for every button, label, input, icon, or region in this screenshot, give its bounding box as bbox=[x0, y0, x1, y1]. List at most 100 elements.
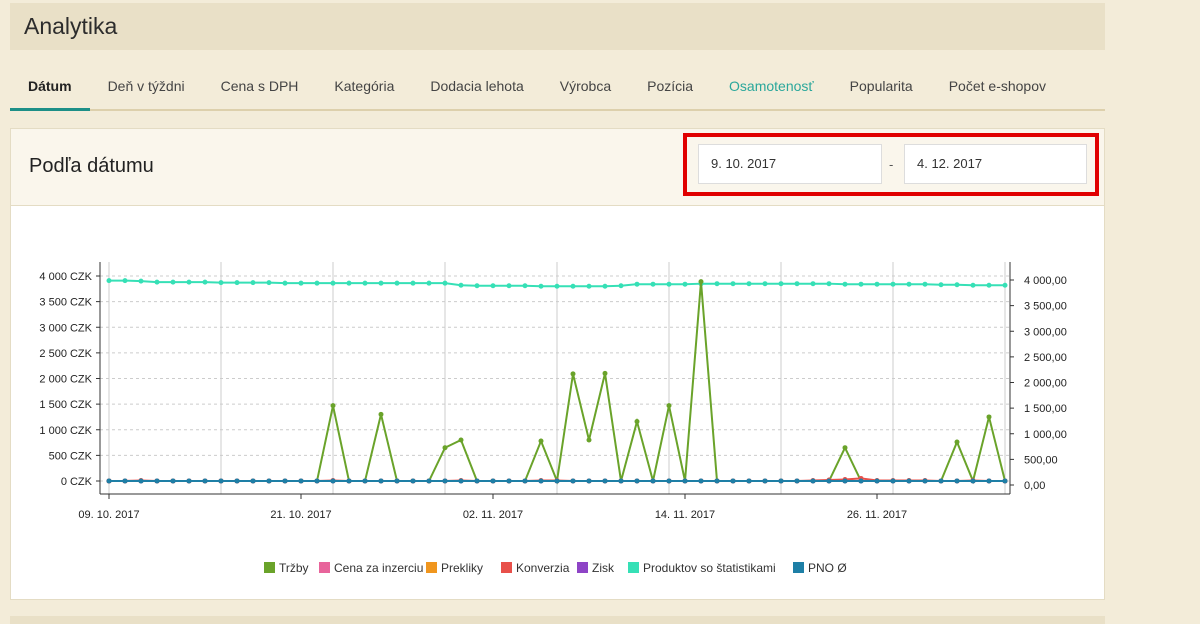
x-tick-label: 26. 11. 2017 bbox=[847, 509, 907, 521]
data-point bbox=[218, 280, 224, 286]
data-point bbox=[1002, 478, 1008, 484]
data-point bbox=[282, 280, 288, 286]
data-point bbox=[794, 478, 800, 484]
data-point bbox=[970, 282, 976, 288]
data-point bbox=[522, 478, 528, 484]
y-left-tick-label: 4 000 CZK bbox=[39, 271, 92, 283]
data-point bbox=[1002, 282, 1008, 288]
data-point bbox=[746, 478, 752, 484]
data-point bbox=[650, 281, 656, 287]
data-point bbox=[266, 478, 272, 484]
legend-swatch bbox=[426, 562, 437, 573]
data-point bbox=[506, 478, 512, 484]
data-point bbox=[826, 281, 832, 287]
data-point bbox=[986, 478, 992, 484]
data-point bbox=[362, 280, 368, 286]
data-point bbox=[458, 437, 464, 443]
data-point bbox=[698, 478, 704, 484]
y-right-tick-label: 3 500,00 bbox=[1024, 301, 1067, 313]
data-point bbox=[346, 478, 352, 484]
data-point bbox=[362, 478, 368, 484]
data-point bbox=[570, 283, 576, 289]
legend-swatch bbox=[264, 562, 275, 573]
y-right-tick-label: 2 500,00 bbox=[1024, 352, 1067, 364]
legend-swatch bbox=[577, 562, 588, 573]
data-point bbox=[330, 403, 336, 409]
data-point bbox=[954, 282, 960, 288]
data-point bbox=[538, 478, 544, 484]
data-point bbox=[490, 283, 496, 289]
data-point bbox=[602, 478, 608, 484]
data-point bbox=[906, 478, 912, 484]
data-point bbox=[810, 478, 816, 484]
data-point bbox=[554, 283, 560, 289]
y-left-tick-label: 0 CZK bbox=[61, 476, 93, 488]
data-point bbox=[106, 278, 112, 284]
data-point bbox=[938, 478, 944, 484]
x-tick-label: 14. 11. 2017 bbox=[655, 509, 715, 521]
data-point bbox=[298, 280, 304, 286]
data-point bbox=[586, 437, 592, 443]
data-point bbox=[906, 281, 912, 287]
data-point bbox=[634, 281, 640, 287]
x-tick-label: 21. 10. 2017 bbox=[270, 509, 331, 521]
data-point bbox=[922, 478, 928, 484]
y-left-tick-label: 1 500 CZK bbox=[39, 399, 92, 411]
data-point bbox=[458, 282, 464, 288]
data-point bbox=[682, 281, 688, 287]
data-point bbox=[298, 478, 304, 484]
legend-label: Tržby bbox=[279, 561, 309, 575]
data-point bbox=[154, 478, 160, 484]
data-point bbox=[314, 280, 320, 286]
data-point bbox=[714, 478, 720, 484]
data-point bbox=[954, 478, 960, 484]
data-point bbox=[826, 478, 832, 484]
data-point bbox=[186, 279, 192, 285]
y-right-tick-label: 3 000,00 bbox=[1024, 326, 1067, 338]
data-point bbox=[586, 283, 592, 289]
data-point bbox=[986, 414, 992, 420]
legend-label: Konverzia bbox=[516, 561, 570, 575]
data-point bbox=[602, 283, 608, 289]
data-point bbox=[874, 478, 880, 484]
data-point bbox=[410, 478, 416, 484]
data-point bbox=[874, 281, 880, 287]
y-left-tick-label: 2 000 CZK bbox=[39, 374, 92, 386]
data-point bbox=[730, 478, 736, 484]
y-left-tick-label: 3 000 CZK bbox=[39, 322, 92, 334]
data-point bbox=[986, 282, 992, 288]
legend-label: Produktov so štatistikami bbox=[643, 561, 776, 575]
data-point bbox=[666, 478, 672, 484]
data-point bbox=[634, 478, 640, 484]
data-point bbox=[922, 281, 928, 287]
y-left-tick-label: 3 500 CZK bbox=[39, 297, 92, 309]
y-left-tick-label: 2 500 CZK bbox=[39, 348, 92, 360]
data-point bbox=[106, 478, 112, 484]
data-point bbox=[250, 280, 256, 286]
data-point bbox=[378, 411, 384, 417]
data-point bbox=[170, 279, 176, 285]
data-point bbox=[666, 403, 672, 409]
data-point bbox=[954, 439, 960, 445]
data-point bbox=[410, 280, 416, 286]
data-point bbox=[202, 478, 208, 484]
data-point bbox=[858, 281, 864, 287]
data-point bbox=[474, 478, 480, 484]
data-point bbox=[586, 478, 592, 484]
data-point bbox=[602, 370, 608, 376]
data-point bbox=[330, 280, 336, 286]
data-point bbox=[154, 279, 160, 285]
data-point bbox=[970, 478, 976, 484]
data-point bbox=[138, 478, 144, 484]
x-tick-label: 09. 10. 2017 bbox=[78, 509, 139, 521]
data-point bbox=[234, 478, 240, 484]
data-point bbox=[506, 283, 512, 289]
data-point bbox=[442, 478, 448, 484]
y-right-tick-label: 0,00 bbox=[1024, 480, 1045, 492]
data-point bbox=[666, 281, 672, 287]
data-point bbox=[858, 478, 864, 484]
y-right-tick-label: 2 000,00 bbox=[1024, 378, 1067, 390]
data-point bbox=[426, 478, 432, 484]
data-point bbox=[618, 478, 624, 484]
data-point bbox=[938, 282, 944, 288]
